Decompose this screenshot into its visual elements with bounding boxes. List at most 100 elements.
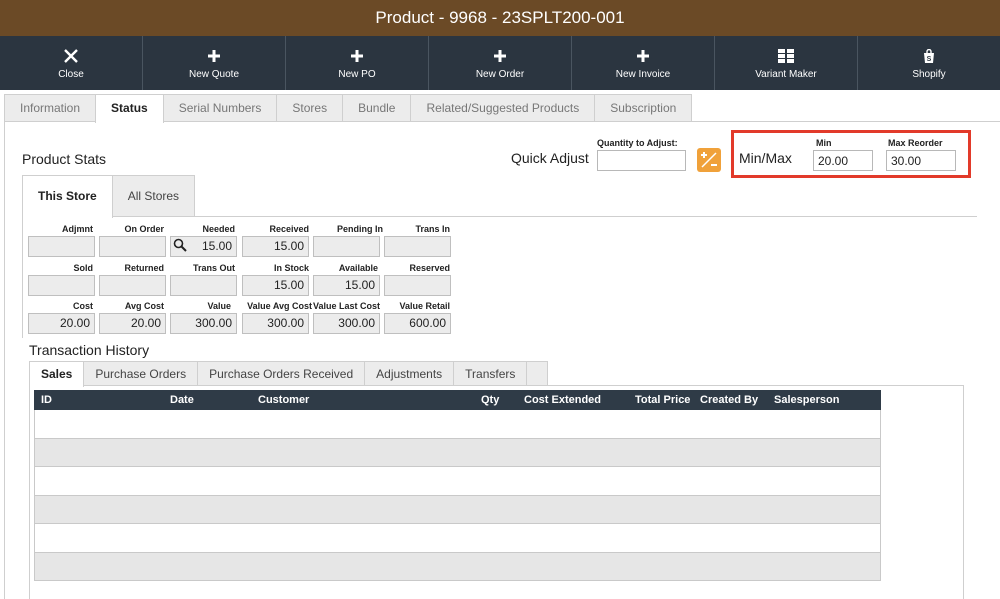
toolbar: Close New Quote New PO New Order New Inv… [0,36,1000,90]
table-row[interactable] [34,524,881,553]
cost-label: Cost [73,301,93,311]
table-row[interactable] [34,438,881,467]
new-order-button[interactable]: New Order [429,36,572,90]
received-value: 15.00 [242,236,309,257]
cost-value: 20.00 [28,313,95,334]
window-title: Product - 9968 - 23SPLT200-001 [0,0,1000,36]
variant-maker-label: Variant Maker [755,68,817,80]
grid-icon [778,47,794,65]
minmax-label: Min/Max [739,150,792,166]
value-last-cost-label: Value Last Cost [313,301,381,311]
trans-in-label: Trans In [415,224,450,234]
quick-adjust-button[interactable] [697,148,721,172]
col-date[interactable]: Date [170,394,194,406]
tab-sales[interactable]: Sales [29,361,85,387]
reserved-value [384,275,451,296]
quantity-to-adjust-input[interactable] [597,150,686,171]
trans-out-value [170,275,237,296]
tab-related-suggested-products[interactable]: Related/Suggested Products [410,94,596,122]
needed-label: Needed [202,224,235,234]
tab-transfers[interactable]: Transfers [453,361,528,386]
new-order-label: New Order [475,68,525,80]
history-tabs: Sales Purchase Orders Purchase Orders Re… [29,361,549,387]
shopify-bag-icon: S [923,47,935,65]
tab-adjustments[interactable]: Adjustments [364,361,455,386]
plus-icon [208,47,220,65]
table-row[interactable] [34,410,881,439]
tab-empty [526,361,549,386]
tab-information[interactable]: Information [4,94,97,122]
col-created-by[interactable]: Created By [700,394,758,406]
col-id[interactable]: ID [41,394,52,406]
col-customer[interactable]: Customer [258,394,309,406]
min-input[interactable] [813,150,873,171]
pending-in-label: Pending In [337,224,383,234]
value-retail-label: Value Retail [399,301,450,311]
avg-cost-label: Avg Cost [124,301,164,311]
main-tabs: Information Status Serial Numbers Stores… [4,94,693,123]
pending-in-value [313,236,380,257]
col-total-price[interactable]: Total Price [635,394,690,406]
value-label: Value [207,301,231,311]
shopify-button[interactable]: S Shopify [858,36,1000,90]
available-label: Available [338,263,378,273]
max-reorder-label: Max Reorder [888,138,943,148]
svg-text:S: S [927,56,932,63]
close-icon [63,47,79,65]
avg-cost-value: 20.00 [99,313,166,334]
store-tabs: This Store All Stores [22,175,196,218]
plus-icon [494,47,506,65]
new-po-button[interactable]: New PO [286,36,429,90]
adjmnt-label: Adjmnt [62,224,93,234]
tab-stores[interactable]: Stores [276,94,344,122]
close-button-label: Close [58,68,84,80]
tab-purchase-orders-received[interactable]: Purchase Orders Received [197,361,366,386]
in-stock-value: 15.00 [242,275,309,296]
col-cost-extended[interactable]: Cost Extended [524,394,601,406]
tab-purchase-orders[interactable]: Purchase Orders [83,361,199,386]
tab-this-store[interactable]: This Store [22,175,113,218]
new-quote-label: New Quote [188,68,240,80]
tab-serial-numbers[interactable]: Serial Numbers [162,94,278,122]
col-qty[interactable]: Qty [481,394,499,406]
product-stats-title: Product Stats [22,151,107,167]
tab-subscription[interactable]: Subscription [594,94,693,122]
table-row[interactable] [34,495,881,524]
grid-header: ID Date Customer Qty Cost Extended Total… [34,390,881,410]
sold-label: Sold [73,263,94,273]
value-avg-cost-value: 300.00 [242,313,309,334]
available-value: 15.00 [313,275,380,296]
plus-minus-icon [701,152,717,168]
returned-label: Returned [124,263,164,273]
value-avg-cost-label: Value Avg Cost [247,301,312,311]
tab-bundle[interactable]: Bundle [342,94,412,122]
close-button[interactable]: Close [0,36,143,90]
max-reorder-input[interactable] [886,150,956,171]
table-row[interactable] [34,552,881,581]
sold-value [28,275,95,296]
new-po-label: New PO [338,68,376,80]
new-quote-button[interactable]: New Quote [143,36,286,90]
value-value: 300.00 [170,313,237,334]
in-stock-label: In Stock [273,263,309,273]
new-invoice-button[interactable]: New Invoice [572,36,715,90]
table-row[interactable] [34,467,881,496]
value-retail-value: 600.00 [384,313,451,334]
variant-maker-button[interactable]: Variant Maker [715,36,858,90]
magnifier-icon[interactable] [173,238,187,252]
sales-grid: ID Date Customer Qty Cost Extended Total… [34,390,881,581]
on-order-value [99,236,166,257]
min-label: Min [816,138,832,148]
reserved-label: Reserved [409,263,450,273]
received-label: Received [269,224,309,234]
quantity-to-adjust-label: Quantity to Adjust: [597,138,678,148]
shopify-label: Shopify [912,68,946,80]
plus-icon [637,47,649,65]
on-order-label: On Order [124,224,164,234]
trans-in-value [384,236,451,257]
tab-all-stores[interactable]: All Stores [111,175,196,217]
transaction-history-title: Transaction History [29,342,150,358]
tab-status[interactable]: Status [95,94,164,123]
returned-value [99,275,166,296]
col-salesperson[interactable]: Salesperson [774,394,839,406]
